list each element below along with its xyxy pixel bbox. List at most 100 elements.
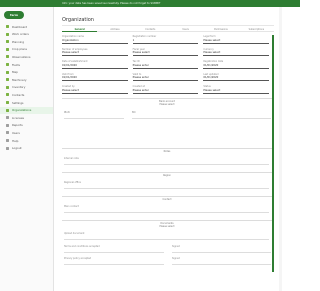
field-underline: [132, 92, 199, 94]
sidebar-item-label: Map: [12, 70, 18, 75]
logo-text: farm: [10, 13, 18, 17]
sidebar-item[interactable]: Fields: [0, 61, 53, 68]
terms-label: Terms and conditions accepted: [64, 244, 100, 248]
user-icon: [6, 131, 9, 135]
sidebar-item[interactable]: Dashboard: [0, 23, 53, 30]
iban-underline: [64, 117, 124, 118]
eye-icon: [6, 55, 9, 59]
field-underline: [132, 80, 199, 81]
form-field[interactable]: Date of establishment 01/01/2020: [62, 60, 128, 73]
field-value: Please enter: [132, 88, 149, 92]
page-scrollbar[interactable]: [279, 7, 282, 291]
field-underline: [62, 80, 128, 81]
field-underline: [203, 67, 270, 69]
sidebar-item[interactable]: Observations: [0, 53, 53, 60]
sidebar-item-label: Reports: [12, 123, 23, 128]
form-field[interactable]: Created by Please select: [62, 85, 128, 98]
sidebar-item-label: Contacts: [12, 92, 25, 97]
upload-document-label: Upload document: [64, 231, 85, 235]
field-underline: [203, 80, 270, 81]
terms-signed-field[interactable]: Signed: [172, 245, 271, 253]
sidebar-item[interactable]: Crop plans: [0, 46, 53, 53]
form-field[interactable]: Currency Please select: [203, 48, 270, 61]
sidebar-item-label: Machinery: [12, 77, 27, 82]
sidebar-item[interactable]: Settings: [0, 99, 53, 106]
sidebar-item[interactable]: Reports: [0, 122, 53, 129]
privacy-label: Privacy policy accepted: [64, 256, 92, 260]
sidebar-item[interactable]: Work orders: [0, 31, 53, 38]
notification-message: Info: your data has been saved successfu…: [62, 1, 161, 5]
field-value: Please select: [62, 51, 79, 54]
form-row: Number of employees Please select Fiscal y…: [62, 48, 272, 61]
sidebar-item-label: Planning: [12, 39, 25, 44]
clipboard-icon: [6, 32, 9, 36]
bank-section: Bank account Please select IBAN BIC: [62, 97, 272, 148]
tab-permissions[interactable]: Permissions: [203, 27, 239, 32]
internal-note-field[interactable]: Internal note: [64, 157, 269, 165]
pin-icon: [6, 70, 9, 74]
sidebar-item[interactable]: Contacts: [0, 91, 53, 98]
field-underline: [62, 55, 128, 56]
form-field[interactable]: Registration number 1: [132, 35, 199, 48]
sidebar-item[interactable]: Users: [0, 129, 53, 136]
form-field[interactable]: Valid to Please enter: [132, 73, 199, 86]
organization-form: Organization name Organization Registratio…: [62, 35, 274, 272]
tab-general[interactable]: General: [62, 27, 98, 32]
sidebar-item[interactable]: Machinery: [0, 76, 53, 83]
form-field[interactable]: Valid from 01/01/2020: [62, 73, 128, 86]
field-value: 1: [132, 38, 135, 42]
tab-subscriptions[interactable]: Subscriptions: [238, 27, 274, 32]
sidebar-item[interactable]: Licenses: [0, 114, 53, 121]
region-section-title: Region: [163, 173, 171, 177]
form-field[interactable]: Registration date 01/01/2020: [203, 60, 270, 73]
bic-field[interactable]: BIC: [132, 111, 271, 119]
sidebar-item-label: Dashboard: [12, 24, 28, 29]
privacy-signed-label: Signed: [172, 256, 180, 260]
sidebar-item[interactable]: Help: [0, 137, 53, 144]
chart-icon: [6, 123, 9, 127]
form-field[interactable]: Created at Please enter: [132, 85, 199, 98]
privacy-signed-field[interactable]: Signed: [172, 257, 271, 265]
internal-note-label: Internal note: [64, 156, 79, 160]
iban-field[interactable]: IBAN: [64, 111, 124, 119]
sidebar-item[interactable]: Inventory: [0, 84, 53, 91]
sidebar-item[interactable]: Planning: [0, 38, 53, 45]
form-field[interactable]: Last updated 01/01/2020: [203, 73, 270, 86]
sidebar-item[interactable]: Map: [0, 69, 53, 76]
regional-office-field[interactable]: Regional office: [64, 181, 269, 189]
privacy-signed-underline: [172, 263, 271, 264]
upload-document-field[interactable]: Upload document: [64, 232, 269, 240]
contact-section-title: Contact: [162, 197, 172, 201]
box-icon: [6, 85, 9, 89]
form-field[interactable]: Tax ID Please enter: [132, 60, 199, 73]
terms-field[interactable]: Terms and conditions accepted: [64, 245, 164, 253]
bic-label: BIC: [132, 110, 136, 114]
main-contact-label: Main contact: [64, 204, 79, 208]
form-field[interactable]: Number of employees Please select: [62, 48, 128, 61]
form-row: Organization name Organization Registratio…: [62, 35, 272, 48]
app-logo[interactable]: farm: [4, 11, 24, 19]
internal-note-underline: [64, 163, 269, 164]
form-field[interactable]: Legal form Please select: [203, 35, 270, 48]
main-contact-field[interactable]: Main contact: [64, 205, 269, 213]
tab-contacts[interactable]: Contacts: [132, 27, 168, 32]
field-value: Please select: [203, 51, 221, 54]
tab-users[interactable]: Users: [167, 27, 204, 32]
sidebar-item[interactable]: Organizations: [0, 106, 53, 114]
privacy-field[interactable]: Privacy policy accepted: [64, 257, 164, 265]
calendar-icon: [6, 40, 9, 44]
sidebar-item[interactable]: Logout: [0, 145, 53, 152]
sidebar-item-label: Crop plans: [12, 47, 27, 52]
logout-icon: [6, 146, 9, 150]
form-field[interactable]: Fiscal year Please select: [132, 48, 199, 61]
form-field[interactable]: Organization name Organization: [62, 35, 128, 48]
sidebar-item-label: Fields: [12, 62, 20, 67]
form-field[interactable]: Status Please select: [203, 85, 270, 98]
bic-underline: [132, 117, 271, 118]
field-value: 01/01/2020: [203, 76, 219, 79]
gear-icon: [6, 101, 9, 104]
main-contact-underline: [64, 211, 269, 212]
tab-address[interactable]: Address: [97, 27, 133, 32]
field-underline: [62, 92, 128, 94]
field-value: Please select: [203, 88, 221, 92]
